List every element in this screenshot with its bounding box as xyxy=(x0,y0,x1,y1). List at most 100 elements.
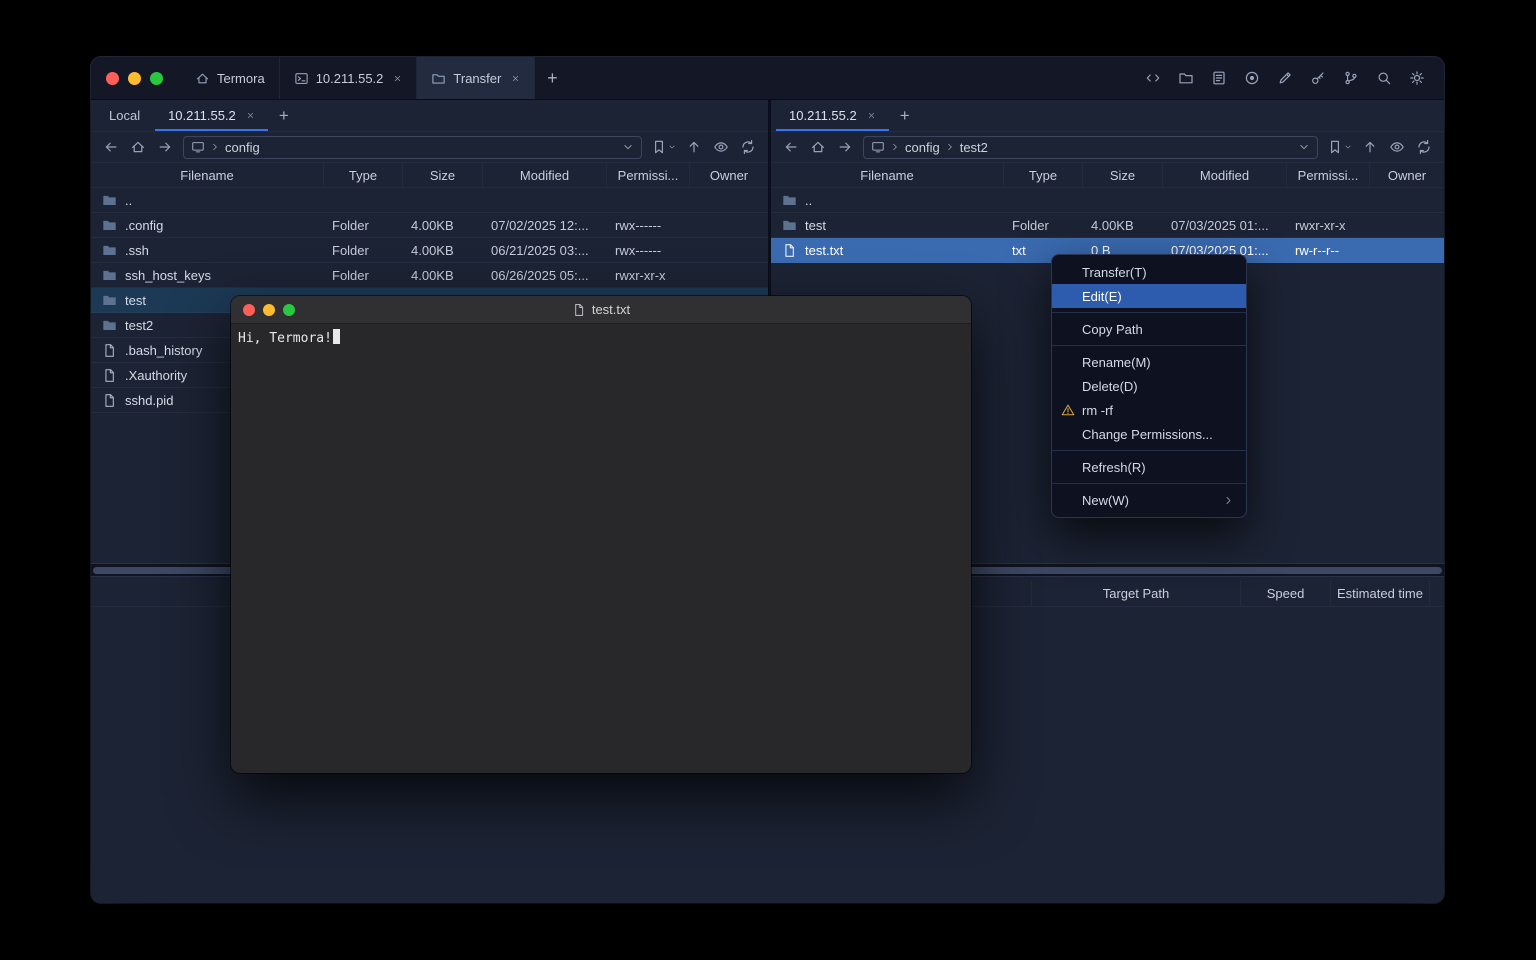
file-permissions: rw-r--r-- xyxy=(1287,243,1370,258)
file-table-header: FilenameTypeSizeModifiedPermissi...Owner xyxy=(771,162,1444,188)
home-button[interactable] xyxy=(129,138,147,156)
show-hidden-button[interactable] xyxy=(1388,138,1406,156)
panel-tab-10-211-55-2[interactable]: 10.211.55.2 xyxy=(775,100,890,131)
panel-tab-local[interactable]: Local xyxy=(95,100,154,131)
log-button[interactable] xyxy=(1208,67,1230,89)
file-icon xyxy=(782,243,797,258)
column-header-filename[interactable]: Filename xyxy=(91,163,324,187)
new-tab-button[interactable]: + xyxy=(535,57,569,99)
search-button[interactable] xyxy=(1373,67,1395,89)
bookmark-button[interactable] xyxy=(1327,139,1352,155)
menu-item-delete-d[interactable]: Delete(D) xyxy=(1052,374,1246,398)
code-button[interactable] xyxy=(1142,67,1164,89)
close-tab-icon[interactable] xyxy=(867,111,876,120)
column-header-size[interactable]: Size xyxy=(1083,163,1163,187)
file-row[interactable]: ssh_host_keysFolder4.00KB06/26/2025 05:.… xyxy=(91,263,768,288)
submenu-chevron-icon xyxy=(1223,495,1234,506)
folder-icon xyxy=(102,218,117,233)
refresh-button[interactable] xyxy=(739,138,757,156)
column-header-filename[interactable]: Filename xyxy=(771,163,1004,187)
titlebar-toolbar xyxy=(1142,57,1444,99)
column-header-modified[interactable]: Modified xyxy=(483,163,607,187)
document-icon xyxy=(572,303,586,317)
column-header-owner[interactable]: Owner xyxy=(690,163,768,187)
folder-button[interactable] xyxy=(1175,67,1197,89)
path-segment[interactable]: test2 xyxy=(960,140,988,155)
settings-button[interactable] xyxy=(1406,67,1428,89)
minimize-window-button[interactable] xyxy=(128,72,141,85)
editor-minimize-button[interactable] xyxy=(263,304,275,316)
panel-tabs: 10.211.55.2 xyxy=(775,100,890,131)
menu-item-refresh-r[interactable]: Refresh(R) xyxy=(1052,455,1246,479)
path-segment[interactable]: config xyxy=(225,140,260,155)
panel-tab-bar: Local 10.211.55.2 + xyxy=(91,100,768,132)
column-header-permissi[interactable]: Permissi... xyxy=(1287,163,1370,187)
column-header-size[interactable]: Size xyxy=(403,163,483,187)
refresh-button[interactable] xyxy=(1415,138,1433,156)
column-header-type[interactable]: Type xyxy=(324,163,403,187)
home-button[interactable] xyxy=(809,138,827,156)
column-header-type[interactable]: Type xyxy=(1004,163,1083,187)
back-button[interactable] xyxy=(782,138,800,156)
forward-button[interactable] xyxy=(156,138,174,156)
editor-close-button[interactable] xyxy=(243,304,255,316)
pencil-button[interactable] xyxy=(1274,67,1296,89)
branch-button[interactable] xyxy=(1340,67,1362,89)
file-row[interactable]: .. xyxy=(91,188,768,213)
column-header-modified[interactable]: Modified xyxy=(1163,163,1287,187)
path-segment[interactable]: config xyxy=(905,140,940,155)
editor-content[interactable]: Hi, Termora! xyxy=(231,324,971,773)
window-tab-termora[interactable]: Termora xyxy=(181,57,280,99)
bookmark-button[interactable] xyxy=(651,139,676,155)
filename: test xyxy=(805,218,826,233)
window-tab-transfer[interactable]: Transfer xyxy=(417,57,535,99)
menu-item-edit-e[interactable]: Edit(E) xyxy=(1052,284,1246,308)
filename-cell: test.txt xyxy=(771,243,1004,258)
desktop: Termora10.211.55.2Transfer + Local10.211… xyxy=(0,0,1536,960)
editor-zoom-button[interactable] xyxy=(283,304,295,316)
path-dropdown-icon[interactable] xyxy=(622,141,634,153)
forward-button[interactable] xyxy=(836,138,854,156)
menu-item-change-permissions[interactable]: Change Permissions... xyxy=(1052,422,1246,446)
record-button[interactable] xyxy=(1241,67,1263,89)
filename: .Xauthority xyxy=(125,368,187,383)
close-tab-icon[interactable] xyxy=(511,74,520,83)
path-bar[interactable]: config xyxy=(183,136,642,159)
menu-item-rename-m[interactable]: Rename(M) xyxy=(1052,350,1246,374)
editor-titlebar[interactable]: test.txt xyxy=(231,296,971,324)
key-button[interactable] xyxy=(1307,67,1329,89)
window-tab-10-211-55-2[interactable]: 10.211.55.2 xyxy=(280,57,418,99)
menu-item-new-w[interactable]: New(W) xyxy=(1052,488,1246,512)
close-tab-icon[interactable] xyxy=(393,74,402,83)
menu-item-transfer-t[interactable]: Transfer(T) xyxy=(1052,260,1246,284)
panel-new-tab-button[interactable]: + xyxy=(269,100,299,131)
editor-title-text: test.txt xyxy=(592,302,630,317)
column-header-owner[interactable]: Owner xyxy=(1370,163,1444,187)
zoom-window-button[interactable] xyxy=(150,72,163,85)
panel-new-tab-button[interactable]: + xyxy=(890,100,920,131)
filename: .ssh xyxy=(125,243,149,258)
tab-label: 10.211.55.2 xyxy=(789,108,857,123)
column-header-permissi[interactable]: Permissi... xyxy=(607,163,690,187)
path-bar[interactable]: config test2 xyxy=(863,136,1318,159)
show-hidden-button[interactable] xyxy=(712,138,730,156)
tab-label: 10.211.55.2 xyxy=(168,108,236,123)
transfer-column-estimated-time: Estimated time xyxy=(1330,581,1430,606)
file-row[interactable]: .sshFolder4.00KB06/21/2025 03:...rwx----… xyxy=(91,238,768,263)
menu-item-rm-rf[interactable]: rm -rf xyxy=(1052,398,1246,422)
editor-text: Hi, Termora! xyxy=(238,331,332,346)
back-button[interactable] xyxy=(102,138,120,156)
upload-button[interactable] xyxy=(685,138,703,156)
close-window-button[interactable] xyxy=(106,72,119,85)
panel-tab-10-211-55-2[interactable]: 10.211.55.2 xyxy=(154,100,269,131)
folder-icon xyxy=(102,318,117,333)
file-row[interactable]: .. xyxy=(771,188,1444,213)
menu-item-copy-path[interactable]: Copy Path xyxy=(1052,317,1246,341)
panel-tab-bar: 10.211.55.2 + xyxy=(771,100,1444,132)
file-row[interactable]: testFolder4.00KB07/03/2025 01:...rwxr-xr… xyxy=(771,213,1444,238)
menu-item-label: rm -rf xyxy=(1082,403,1113,418)
file-row[interactable]: .configFolder4.00KB07/02/2025 12:...rwx-… xyxy=(91,213,768,238)
close-tab-icon[interactable] xyxy=(246,111,255,120)
path-dropdown-icon[interactable] xyxy=(1298,141,1310,153)
upload-button[interactable] xyxy=(1361,138,1379,156)
